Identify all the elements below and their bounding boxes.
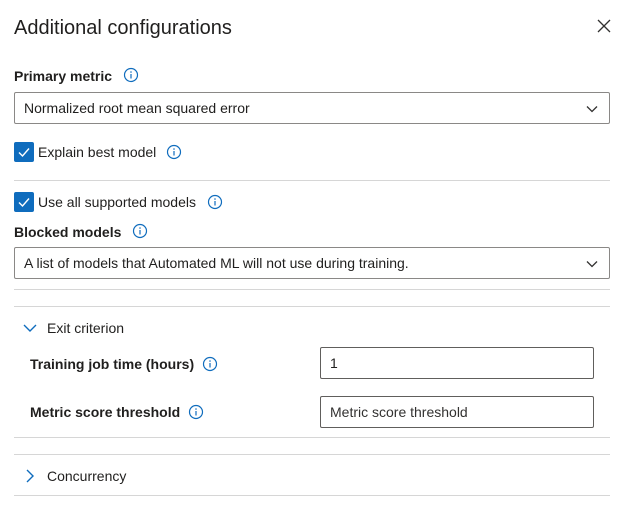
blocked-models-value: A list of models that Automated ML will … [24, 255, 409, 271]
info-icon[interactable] [202, 356, 218, 372]
training-job-time-input[interactable]: 1 [320, 347, 594, 379]
use-all-supported-models-label: Use all supported models [38, 194, 196, 210]
chevron-down-icon [586, 106, 598, 113]
training-job-time-label: Training job time (hours) [30, 356, 195, 372]
use-all-supported-models-checkbox[interactable] [14, 192, 34, 212]
panel-title: Additional configurations [14, 17, 232, 39]
info-icon[interactable] [188, 404, 204, 420]
checkmark-icon [18, 198, 30, 208]
metric-score-threshold-label-row: Metric score threshold [30, 403, 204, 421]
close-button[interactable] [593, 15, 615, 37]
exit-criterion-toggle[interactable]: Exit criterion [22, 318, 124, 338]
concurrency-toggle[interactable]: Concurrency [22, 466, 126, 486]
concurrency-label: Concurrency [47, 468, 127, 484]
metric-score-threshold-label: Metric score threshold [30, 404, 181, 420]
chevron-right-icon [26, 469, 34, 483]
primary-metric-value: Normalized root mean squared error [24, 100, 250, 116]
chevron-down-icon [586, 261, 598, 268]
blocked-models-label-row: Blocked models [14, 223, 148, 242]
divider [14, 437, 610, 438]
blocked-models-dropdown[interactable]: A list of models that Automated ML will … [14, 247, 610, 279]
info-icon[interactable] [166, 144, 182, 160]
close-icon [597, 19, 611, 33]
info-icon[interactable] [132, 223, 148, 239]
info-icon[interactable] [123, 67, 139, 83]
divider [14, 289, 610, 290]
chevron-down-icon [23, 324, 37, 332]
blocked-models-label: Blocked models [14, 224, 122, 240]
divider [14, 495, 610, 496]
explain-best-model-checkbox[interactable] [14, 142, 34, 162]
training-job-time-label-row: Training job time (hours) [30, 355, 218, 373]
exit-criterion-label: Exit criterion [47, 320, 125, 336]
info-icon[interactable] [207, 194, 223, 210]
divider [14, 454, 610, 455]
primary-metric-label-row: Primary metric [14, 67, 139, 86]
metric-score-threshold-input[interactable]: Metric score threshold [320, 396, 594, 428]
primary-metric-dropdown[interactable]: Normalized root mean squared error [14, 92, 610, 124]
primary-metric-label: Primary metric [14, 68, 113, 84]
checkmark-icon [18, 148, 30, 158]
explain-best-model-label: Explain best model [38, 144, 157, 160]
divider [14, 306, 610, 307]
divider [14, 180, 610, 181]
